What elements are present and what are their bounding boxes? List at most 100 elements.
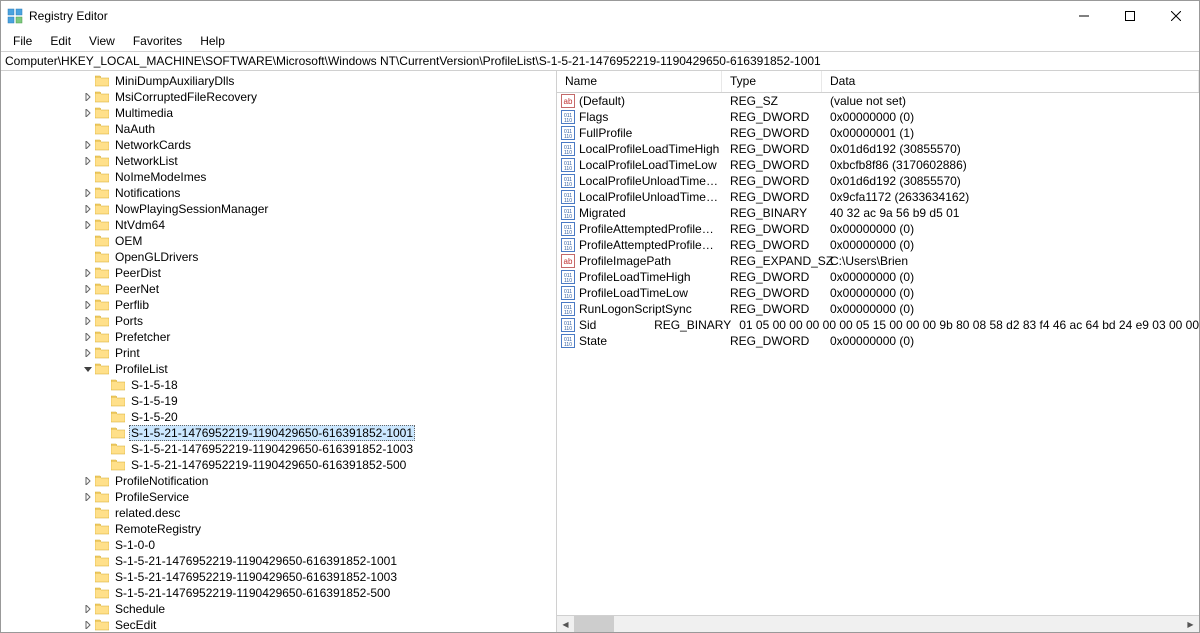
- tree-row[interactable]: S-1-5-21-1476952219-1190429650-616391852…: [1, 457, 556, 473]
- chevron-right-icon[interactable]: [81, 205, 95, 213]
- value-type: REG_SZ: [722, 94, 822, 108]
- menu-view[interactable]: View: [81, 32, 123, 50]
- list-row[interactable]: 011110SidREG_BINARY01 05 00 00 00 00 00 …: [557, 317, 1199, 333]
- tree-row[interactable]: Prefetcher: [1, 329, 556, 345]
- tree-row[interactable]: S-1-5-21-1476952219-1190429650-616391852…: [1, 553, 556, 569]
- list-row[interactable]: 011110ProfileLoadTimeHighREG_DWORD0x0000…: [557, 269, 1199, 285]
- tree-scroll[interactable]: MiniDumpAuxiliaryDllsMsiCorruptedFileRec…: [1, 71, 556, 632]
- chevron-down-icon[interactable]: [81, 365, 95, 373]
- menu-file[interactable]: File: [5, 32, 40, 50]
- tree-row[interactable]: NaAuth: [1, 121, 556, 137]
- scroll-thumb[interactable]: [574, 616, 614, 633]
- tree-row[interactable]: ProfileList: [1, 361, 556, 377]
- tree-item-label: Print: [113, 346, 142, 360]
- scroll-right-icon[interactable]: ▶: [1182, 616, 1199, 633]
- list-row[interactable]: 011110LocalProfileUnloadTimeHighREG_DWOR…: [557, 173, 1199, 189]
- tree-row[interactable]: S-1-5-21-1476952219-1190429650-616391852…: [1, 425, 556, 441]
- tree-row[interactable]: NowPlayingSessionManager: [1, 201, 556, 217]
- chevron-right-icon[interactable]: [81, 221, 95, 229]
- list-body[interactable]: ab(Default)REG_SZ(value not set)011110Fl…: [557, 93, 1199, 615]
- tree-row[interactable]: PeerNet: [1, 281, 556, 297]
- tree-row[interactable]: S-1-5-18: [1, 377, 556, 393]
- tree-row[interactable]: Multimedia: [1, 105, 556, 121]
- chevron-right-icon[interactable]: [81, 349, 95, 357]
- chevron-right-icon[interactable]: [81, 333, 95, 341]
- tree-row[interactable]: S-1-5-21-1476952219-1190429650-616391852…: [1, 441, 556, 457]
- tree-item-label: Ports: [113, 314, 145, 328]
- chevron-right-icon[interactable]: [81, 317, 95, 325]
- tree-item-label: related.desc: [113, 506, 182, 520]
- tree-row[interactable]: NtVdm64: [1, 217, 556, 233]
- tree-row[interactable]: NoImeModeImes: [1, 169, 556, 185]
- menu-edit[interactable]: Edit: [42, 32, 79, 50]
- menu-favorites[interactable]: Favorites: [125, 32, 190, 50]
- tree-row[interactable]: S-1-0-0: [1, 537, 556, 553]
- list-row[interactable]: 011110LocalProfileUnloadTimeLowREG_DWORD…: [557, 189, 1199, 205]
- tree-row[interactable]: Print: [1, 345, 556, 361]
- list-row[interactable]: 011110StateREG_DWORD0x00000000 (0): [557, 333, 1199, 349]
- chevron-right-icon[interactable]: [81, 269, 95, 277]
- scroll-left-icon[interactable]: ◀: [557, 616, 574, 633]
- tree-row[interactable]: NetworkList: [1, 153, 556, 169]
- tree-row[interactable]: S-1-5-19: [1, 393, 556, 409]
- chevron-right-icon[interactable]: [81, 141, 95, 149]
- value-name-cell: 011110ProfileLoadTimeLow: [557, 286, 722, 300]
- list-row[interactable]: 011110FullProfileREG_DWORD0x00000001 (1): [557, 125, 1199, 141]
- list-row[interactable]: abProfileImagePathREG_EXPAND_SZC:\Users\…: [557, 253, 1199, 269]
- list-row[interactable]: 011110ProfileAttemptedProfileDownlo...RE…: [557, 221, 1199, 237]
- close-button[interactable]: [1153, 1, 1199, 31]
- list-row[interactable]: 011110ProfileLoadTimeLowREG_DWORD0x00000…: [557, 285, 1199, 301]
- value-name-cell: 011110LocalProfileUnloadTimeHigh: [557, 174, 722, 188]
- minimize-button[interactable]: [1061, 1, 1107, 31]
- list-hscroll[interactable]: ◀ ▶: [557, 615, 1199, 632]
- chevron-right-icon[interactable]: [81, 109, 95, 117]
- tree-row[interactable]: OEM: [1, 233, 556, 249]
- list-row[interactable]: 011110MigratedREG_BINARY40 32 ac 9a 56 b…: [557, 205, 1199, 221]
- tree-row[interactable]: OpenGLDrivers: [1, 249, 556, 265]
- tree-row[interactable]: S-1-5-20: [1, 409, 556, 425]
- tree-row[interactable]: ProfileNotification: [1, 473, 556, 489]
- col-name[interactable]: Name: [557, 71, 722, 92]
- tree-item-label: NowPlayingSessionManager: [113, 202, 270, 216]
- tree-item-label: Schedule: [113, 602, 167, 616]
- chevron-right-icon[interactable]: [81, 189, 95, 197]
- maximize-button[interactable]: [1107, 1, 1153, 31]
- list-row[interactable]: 011110LocalProfileLoadTimeLowREG_DWORD0x…: [557, 157, 1199, 173]
- tree-row[interactable]: Notifications: [1, 185, 556, 201]
- tree-row[interactable]: MiniDumpAuxiliaryDlls: [1, 73, 556, 89]
- value-name: LocalProfileLoadTimeHigh: [579, 142, 719, 156]
- tree-row[interactable]: MsiCorruptedFileRecovery: [1, 89, 556, 105]
- list-row[interactable]: 011110FlagsREG_DWORD0x00000000 (0): [557, 109, 1199, 125]
- tree-row[interactable]: NetworkCards: [1, 137, 556, 153]
- col-type[interactable]: Type: [722, 71, 822, 92]
- address-bar[interactable]: Computer\HKEY_LOCAL_MACHINE\SOFTWARE\Mic…: [1, 51, 1199, 71]
- list-row[interactable]: ab(Default)REG_SZ(value not set): [557, 93, 1199, 109]
- tree-row[interactable]: S-1-5-21-1476952219-1190429650-616391852…: [1, 569, 556, 585]
- tree-row[interactable]: RemoteRegistry: [1, 521, 556, 537]
- tree-row[interactable]: S-1-5-21-1476952219-1190429650-616391852…: [1, 585, 556, 601]
- svg-text:110: 110: [564, 150, 572, 156]
- chevron-right-icon[interactable]: [81, 621, 95, 629]
- tree-row[interactable]: Ports: [1, 313, 556, 329]
- list-row[interactable]: 011110LocalProfileLoadTimeHighREG_DWORD0…: [557, 141, 1199, 157]
- list-row[interactable]: 011110ProfileAttemptedProfileDownlo...RE…: [557, 237, 1199, 253]
- value-data: 40 32 ac 9a 56 b9 d5 01: [822, 206, 1199, 220]
- value-name-cell: 011110Migrated: [557, 206, 722, 220]
- chevron-right-icon[interactable]: [81, 605, 95, 613]
- chevron-right-icon[interactable]: [81, 93, 95, 101]
- tree-row[interactable]: ProfileService: [1, 489, 556, 505]
- value-name-cell: 011110RunLogonScriptSync: [557, 302, 722, 316]
- chevron-right-icon[interactable]: [81, 285, 95, 293]
- menu-help[interactable]: Help: [192, 32, 233, 50]
- chevron-right-icon[interactable]: [81, 477, 95, 485]
- tree-row[interactable]: Perflib: [1, 297, 556, 313]
- col-data[interactable]: Data: [822, 71, 1199, 92]
- tree-row[interactable]: PeerDist: [1, 265, 556, 281]
- chevron-right-icon[interactable]: [81, 493, 95, 501]
- tree-row[interactable]: related.desc: [1, 505, 556, 521]
- tree-row[interactable]: Schedule: [1, 601, 556, 617]
- list-row[interactable]: 011110RunLogonScriptSyncREG_DWORD0x00000…: [557, 301, 1199, 317]
- chevron-right-icon[interactable]: [81, 301, 95, 309]
- chevron-right-icon[interactable]: [81, 157, 95, 165]
- tree-row[interactable]: SecEdit: [1, 617, 556, 632]
